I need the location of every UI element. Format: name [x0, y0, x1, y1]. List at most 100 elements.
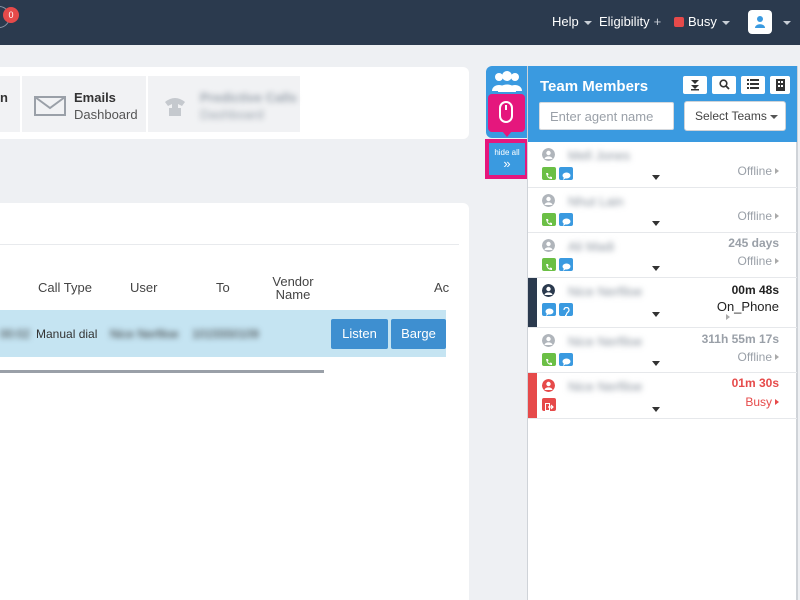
mouse-icon: [499, 101, 513, 123]
member-name: Ali Madi: [568, 239, 615, 254]
select-teams-label: Select Teams: [695, 109, 767, 123]
notification-count-badge: 0: [3, 7, 19, 23]
help-label: Help: [552, 14, 579, 29]
agent-search-input[interactable]: [539, 102, 674, 130]
select-teams-dropdown[interactable]: Select Teams: [684, 101, 786, 131]
team-member-row[interactable]: Nice Nerfiloe 01m 30s Busy: [528, 373, 797, 419]
team-member-row[interactable]: Nice Nerfiloe 311h 55m 17s Offline: [528, 328, 797, 373]
member-time: 245 days: [728, 236, 779, 250]
chevron-down-icon: [583, 20, 592, 25]
member-status: Busy: [745, 395, 779, 409]
team-member-row[interactable]: Nice Nerfiloe 00m 48s On_Phone: [528, 278, 797, 328]
listen-button[interactable]: Listen: [331, 319, 388, 349]
dashboards-card: n Emails Dashboard Predictive Calls Dash…: [0, 67, 469, 139]
chat-icon[interactable]: [559, 167, 573, 180]
status-accent-bar: [528, 278, 537, 327]
dashboard-tile-partial[interactable]: n: [0, 76, 20, 132]
team-members-panel: Team Members S: [527, 66, 798, 600]
emails-dashboard-tile[interactable]: Emails Dashboard: [22, 76, 146, 132]
logout-icon[interactable]: [542, 398, 556, 411]
member-status: On_Phone: [716, 299, 779, 314]
member-time: 01m 30s: [731, 376, 779, 390]
member-status-label: Offline: [737, 254, 772, 268]
member-dropdown-caret[interactable]: [652, 175, 660, 180]
table-row[interactable]: 00:02 Manual dial Nice Nerfiloe 10155501…: [0, 310, 446, 357]
header-line: Name: [275, 287, 311, 302]
pointer-arrow: [502, 131, 512, 137]
team-member-row[interactable]: Mell Jones Offline: [528, 142, 797, 188]
member-status-label: Busy: [745, 395, 772, 409]
user-icon: [542, 194, 555, 207]
user-icon: [542, 379, 555, 392]
user-icon: [542, 284, 555, 297]
status-accent-bar: [528, 373, 537, 418]
status-menu[interactable]: Busy: [674, 14, 730, 30]
member-name: Nice Nerfiloe: [568, 379, 643, 394]
barge-button[interactable]: Barge: [391, 319, 446, 349]
caret-right-icon: [775, 354, 779, 360]
status-indicator-icon: [674, 17, 684, 27]
user-icon: [542, 148, 555, 161]
member-time: 00m 48s: [731, 283, 779, 297]
member-dropdown-caret[interactable]: [652, 266, 660, 271]
cell-partial: 00:02: [0, 327, 31, 341]
phone-icon[interactable]: [542, 258, 556, 271]
eligibility-label: Eligibility: [599, 14, 650, 29]
horizontal-scrollbar[interactable]: [0, 370, 324, 373]
user-menu-toggle[interactable]: [778, 14, 791, 30]
member-dropdown-caret[interactable]: [652, 221, 660, 226]
panel-title: Team Members: [540, 78, 649, 95]
user-icon: [542, 334, 555, 347]
hide-all-button[interactable]: hide all »: [485, 139, 529, 179]
tile-title: Predictive Calls: [200, 90, 297, 105]
team-member-row[interactable]: Nhut Lain Offline: [528, 188, 797, 233]
user-icon: [755, 16, 765, 28]
column-header-action: Ac: [434, 280, 450, 295]
member-status: Offline: [738, 209, 779, 223]
chat-icon[interactable]: [559, 353, 573, 366]
chat-icon[interactable]: [542, 303, 556, 316]
highlight-mouse-button[interactable]: [488, 94, 525, 132]
team-member-row[interactable]: Ali Madi 245 days Offline: [528, 233, 797, 278]
list-view-button[interactable]: [741, 76, 765, 94]
ear-icon[interactable]: [559, 303, 573, 317]
member-dropdown-caret[interactable]: [652, 407, 660, 412]
status-label: Busy: [688, 14, 717, 29]
chevron-down-icon: [783, 20, 791, 25]
chat-icon[interactable]: [559, 258, 573, 271]
predictive-dashboard-tile[interactable]: Predictive Calls Dashboard: [148, 76, 300, 132]
caret-right-icon: [775, 399, 779, 405]
search-icon: [718, 79, 730, 90]
column-header-vendor-name: Vendor Name: [270, 275, 316, 301]
plus-icon: +: [653, 14, 662, 29]
phone-dial-icon: [165, 98, 185, 116]
top-navbar: 0 Help Eligibility + Busy: [0, 0, 800, 45]
member-name: Mell Jones: [568, 148, 631, 163]
building-button[interactable]: [770, 76, 790, 94]
collapse-button[interactable]: [683, 76, 707, 94]
team-panel-header: Team Members S: [528, 66, 797, 142]
member-dropdown-caret[interactable]: [652, 312, 660, 317]
tile-subtitle: Dashboard: [74, 107, 138, 122]
member-time: 311h 55m 17s: [701, 332, 779, 346]
eligibility-menu[interactable]: Eligibility +: [599, 14, 661, 30]
phone-icon[interactable]: [542, 167, 556, 180]
double-chevron-down-icon: [691, 80, 699, 91]
cell-call-type: Manual dial: [36, 327, 98, 341]
double-chevron-right-icon: »: [503, 156, 511, 171]
member-name: Nice Nerfiloe: [568, 334, 643, 349]
phone-icon[interactable]: [542, 353, 556, 366]
search-button[interactable]: [712, 76, 736, 94]
member-status: Offline: [738, 254, 779, 268]
caret-right-icon: [775, 258, 779, 264]
user-avatar[interactable]: [748, 10, 772, 34]
user-icon: [542, 239, 555, 252]
phone-icon[interactable]: [542, 213, 556, 226]
tile-title: Emails: [74, 90, 116, 105]
help-menu[interactable]: Help: [552, 14, 592, 30]
member-status-label: Offline: [737, 350, 772, 364]
column-header-user: User: [130, 280, 158, 295]
member-dropdown-caret[interactable]: [652, 361, 660, 366]
chat-icon[interactable]: [559, 213, 573, 226]
member-name: Nice Nerfiloe: [568, 284, 643, 299]
